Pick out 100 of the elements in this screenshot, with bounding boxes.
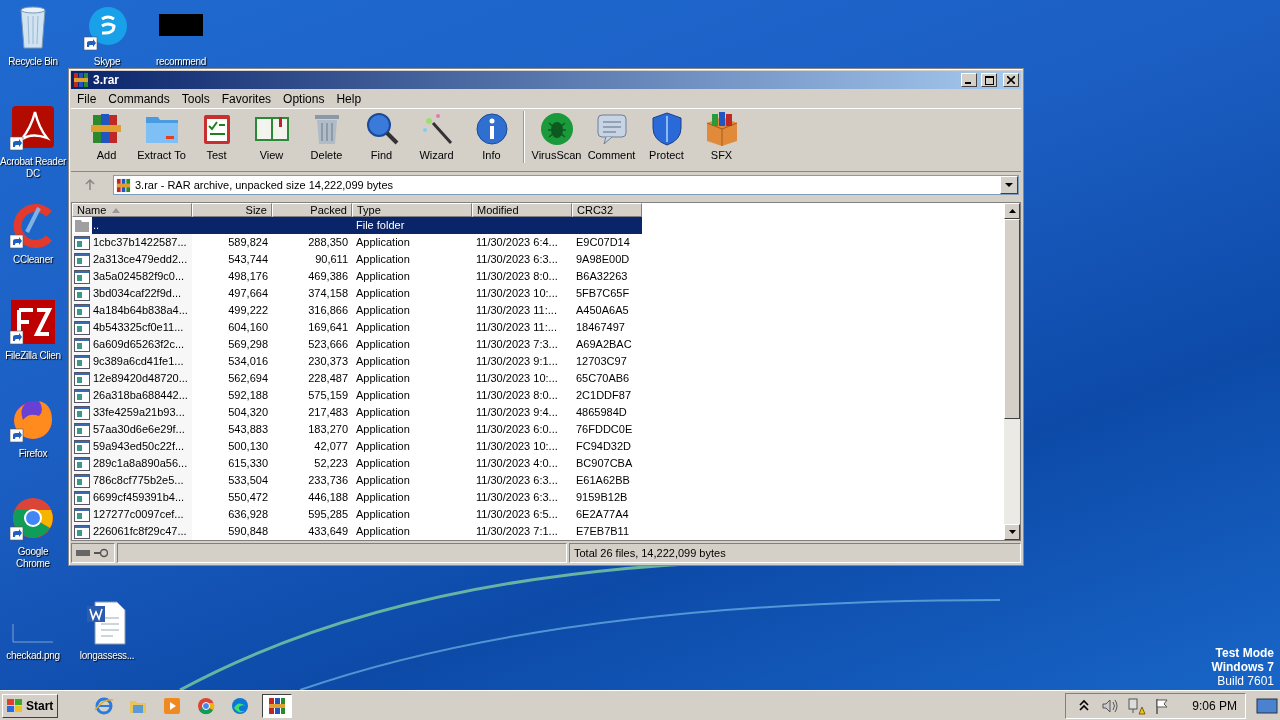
icon-label[interactable]: recommend	[155, 56, 207, 68]
archive-icon	[73, 72, 89, 88]
table-row[interactable]: 289c1a8a890a56... 615,330 52,223 Application 11/30/2023 4:0... BC907CBA	[72, 455, 642, 472]
clock[interactable]: 9:06 PM	[1192, 698, 1237, 713]
toolbar-button[interactable]: View	[244, 111, 299, 161]
show-desktop-icon[interactable]	[1256, 696, 1278, 715]
column-header[interactable]: Type	[352, 203, 472, 217]
table-row[interactable]: 3bd034caf22f9d... 497,664 374,158 Application 11/30/2023 10:... 5FB7C65F	[72, 285, 642, 302]
icon-label[interactable]: checkad.png	[6, 650, 60, 662]
menu-item[interactable]: Favorites	[215, 91, 278, 106]
up-arrow-icon	[84, 179, 96, 191]
menu-item[interactable]: Options	[277, 91, 331, 106]
table-row[interactable]: 12e89420d48720... 562,694 228,487 Application 11/30/2023 10:... 65C70AB6	[72, 370, 642, 387]
toolbar-button[interactable]: Add	[79, 111, 134, 161]
document-app-icon[interactable]	[9, 104, 57, 152]
menu-item[interactable]: Commands	[102, 91, 176, 106]
date-cell: 11/30/2023 11:...	[476, 321, 557, 333]
scrollbar-thumb[interactable]	[1004, 219, 1020, 419]
crc-cell: A450A6A5	[576, 304, 629, 316]
minimize-button[interactable]	[961, 73, 977, 87]
address-field[interactable]: 3.rar - RAR archive, unpacked size 14,222,099 bytes	[113, 175, 1019, 195]
toolbar-button[interactable]: Delete	[299, 111, 354, 161]
toolbar-button[interactable]: Protect	[639, 111, 694, 161]
table-row[interactable]: 59a943ed50c22f... 500,130 42,077 Application 11/30/2023 10:... FC94D32D	[72, 438, 642, 455]
size-cell: 590,848	[228, 525, 268, 537]
size-cell: 499,222	[228, 304, 268, 316]
table-row[interactable]: 33fe4259a21b93... 504,320 217,483 Application 11/30/2023 9:4... 4865984D	[72, 404, 642, 421]
scroll-up-button[interactable]	[1004, 203, 1020, 219]
column-header[interactable]: CRC32	[572, 203, 642, 217]
date-cell: 11/30/2023 4:0...	[476, 457, 558, 469]
table-row[interactable]: 3a5a024582f9c0... 498,176 469,386 Application 11/30/2023 8:0... B6A32263	[72, 268, 642, 285]
column-header[interactable]: Modified	[472, 203, 572, 217]
archive-icon	[116, 177, 131, 193]
date-cell: 11/30/2023 10:...	[476, 287, 558, 299]
icon-label[interactable]: longassess...	[79, 650, 135, 662]
toolbar-button[interactable]: SFX	[694, 111, 749, 161]
table-row[interactable]: 4a184b64b838a4... 499,222 316,866 Application 11/30/2023 11:... A450A6A5	[72, 302, 642, 319]
icon-label[interactable]: Firefox	[18, 448, 48, 460]
icon-label[interactable]: Skype	[93, 56, 121, 68]
type-cell: Application	[356, 372, 410, 384]
toolbar-button[interactable]: Find	[354, 111, 409, 161]
table-row[interactable]: 26a318ba688442... 592,188 575,159 Application 11/30/2023 8:0... 2C1DDF87	[72, 387, 642, 404]
application-file-icon	[74, 507, 90, 522]
dropdown-button[interactable]	[1000, 176, 1018, 194]
menu-item[interactable]: File	[71, 91, 103, 106]
app-tile-icon[interactable]	[9, 298, 57, 346]
table-row[interactable]: 127277c0097cef... 636,928 595,285 Application 11/30/2023 6:5... 6E2A77A4	[72, 506, 642, 523]
column-header[interactable]: Name	[72, 203, 192, 217]
icon-label[interactable]: Acrobat Reader DC	[0, 156, 66, 180]
start-button[interactable]: Start	[2, 693, 59, 718]
table-row[interactable]: 6699cf459391b4... 550,472 446,188 Application 11/30/2023 6:3... 9159B12B	[72, 489, 642, 506]
size-cell: 562,694	[228, 372, 268, 384]
type-cell: Application	[356, 338, 410, 350]
file-name[interactable]: ..	[93, 217, 100, 234]
table-row[interactable]: 4b543325cf0e11... 604,160 169,641 Application 11/30/2023 11:... 18467497	[72, 319, 642, 336]
caret-icon	[1005, 182, 1013, 188]
toolbar-button[interactable]: VirusScan	[529, 111, 584, 161]
table-row[interactable]: 2a313ce479edd2... 543,744 90,611 Application 11/30/2023 6:3... 9A98E00D	[72, 251, 642, 268]
taskbar-button[interactable]	[262, 693, 293, 718]
menu-item[interactable]: Tools	[175, 91, 216, 106]
caret-icon	[1008, 530, 1016, 534]
table-row[interactable]: 6a609d65263f2c... 569,298 523,666 Application 11/30/2023 7:3... A69A2BAC	[72, 336, 642, 353]
network-warning-icon[interactable]	[1126, 695, 1147, 716]
date-cell: 11/30/2023 10:...	[476, 440, 558, 452]
table-row[interactable]: 226061fc8f29c47... 590,848 433,649 Application 11/30/2023 7:1... E7EB7B11	[72, 523, 642, 540]
icon-label[interactable]: FileZilla Clien	[5, 350, 61, 362]
packed-cell: 183,270	[308, 423, 348, 435]
browser-icon	[230, 695, 251, 716]
key-icon[interactable]	[94, 548, 108, 558]
icon-label[interactable]: Google Chrome	[0, 546, 66, 570]
table-row[interactable]: 1cbc37b1422587... 589,824 288,350 Application 11/30/2023 6:4... E9C07D14	[72, 234, 642, 251]
scroll-down-button[interactable]	[1004, 524, 1020, 540]
type-cell: Application	[356, 236, 410, 248]
application-file-icon	[74, 456, 90, 471]
application-file-icon	[74, 490, 90, 505]
toolbar-button[interactable]: Wizard	[409, 111, 464, 161]
table-row[interactable]: .. File folder	[72, 217, 642, 234]
icon-label[interactable]: Recycle Bin	[8, 56, 58, 68]
close-icon	[1007, 76, 1015, 84]
close-button[interactable]	[1003, 73, 1019, 87]
application-file-icon	[74, 337, 90, 352]
toolbar-button[interactable]: Comment	[584, 111, 639, 161]
toolbar-button[interactable]: Info	[464, 111, 519, 161]
menu-item[interactable]: Help	[330, 91, 368, 106]
table-row[interactable]: 786c8cf775b2e5... 533,504 233,736 Application 11/30/2023 6:3... E61A62BB	[72, 472, 642, 489]
crc-cell: BC907CBA	[576, 457, 633, 469]
table-row[interactable]: 57aa30d6e6e29f... 543,883 183,270 Application 11/30/2023 6:0... 76FDDC0E	[72, 421, 642, 438]
toolbar-button[interactable]: Extract To	[134, 111, 189, 161]
type-cell: Application	[356, 355, 410, 367]
packed-cell: 230,373	[308, 355, 348, 367]
application-file-icon	[74, 371, 90, 386]
size-cell: 497,664	[228, 287, 268, 299]
icon-label[interactable]: CCleaner	[13, 254, 53, 266]
table-row[interactable]: 9c389a6cd41fe1... 534,016 230,373 Application 11/30/2023 9:1... 12703C97	[72, 353, 642, 370]
maximize-button[interactable]	[981, 73, 997, 87]
toolbar-button[interactable]: Test	[189, 111, 244, 161]
column-header[interactable]: Packed	[272, 203, 352, 217]
drive-icon[interactable]	[76, 549, 90, 557]
column-header[interactable]: Size	[192, 203, 272, 217]
bug-icon	[538, 111, 575, 147]
